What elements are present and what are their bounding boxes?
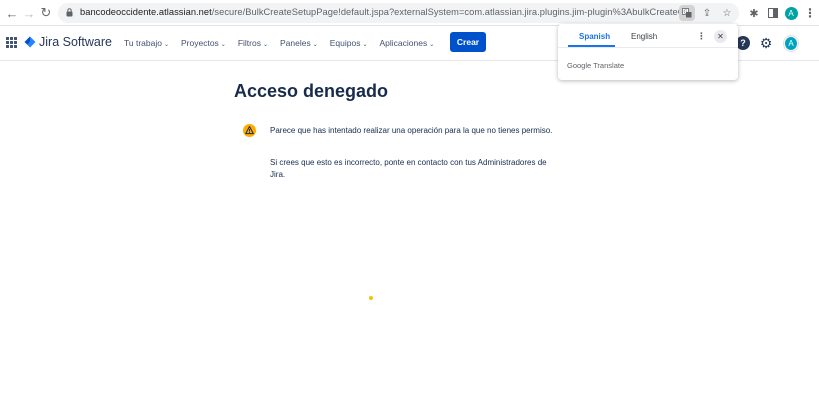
nav-paneles[interactable]: Paneles ⌄ [280, 38, 318, 48]
nav-label: Filtros [237, 38, 261, 48]
create-button[interactable]: Crear [450, 32, 486, 52]
chevron-down-icon: ⌄ [262, 42, 268, 48]
reload-icon[interactable]: ↻ [37, 4, 55, 22]
nav-label: Equipos [329, 38, 361, 48]
browser-toolbar: ← → ↻ bancodeoccidente.atlassian.net/sec… [0, 0, 819, 26]
chevron-down-icon: ⌄ [163, 42, 169, 48]
chevron-down-icon: ⌄ [429, 42, 435, 48]
user-avatar: A [784, 35, 798, 51]
url-text: bancodeoccidente.atlassian.net/secure/Bu… [80, 7, 694, 17]
url-host: bancodeoccidente.atlassian.net [80, 7, 212, 17]
nav-equipos[interactable]: Equipos ⌄ [330, 38, 368, 48]
profile-avatar: A [784, 6, 798, 20]
nav-label: Tu trabajo [124, 38, 162, 48]
main-nav: Tu trabajo ⌄ Proyectos ⌄ Filtros ⌄ Paneles ⌄… [124, 38, 446, 48]
permission-message: Parece que has intentado realizar una op… [270, 126, 553, 135]
product-name: Jira Software [39, 35, 112, 49]
settings-gear-icon[interactable]: ⚙ [759, 35, 773, 51]
nav-filtros[interactable]: Filtros ⌄ [238, 38, 268, 48]
user-avatar-button[interactable]: A [784, 35, 798, 51]
app-switcher-icon[interactable] [6, 37, 17, 48]
loading-indicator [369, 296, 373, 300]
browser-menu-icon[interactable]: ⋮ [802, 5, 818, 21]
nav-label: Aplicaciones [379, 38, 428, 48]
help-icon[interactable]: ? [736, 36, 750, 50]
lock-icon [66, 8, 73, 17]
nav-proyectos[interactable]: Proyectos ⌄ [181, 38, 226, 48]
divider [558, 47, 738, 48]
jira-logo[interactable]: Jira Software [24, 35, 112, 49]
nav-label: Proyectos [181, 38, 219, 48]
translate-brand: Google Translate [567, 61, 625, 70]
jira-logo-icon [24, 36, 36, 48]
tab-english[interactable]: English [631, 32, 657, 41]
warning-icon [243, 124, 256, 137]
chevron-down-icon: ⌄ [362, 42, 368, 48]
chevron-down-icon: ⌄ [220, 42, 226, 48]
translate-popup: Spanish English ⋮ ✕ Google Translate [558, 24, 738, 80]
close-icon[interactable]: ✕ [714, 30, 727, 43]
extensions-icon[interactable]: ✱ [746, 5, 762, 21]
chevron-down-icon: ⌄ [312, 42, 318, 48]
side-panel-icon[interactable] [765, 5, 781, 21]
more-options-icon[interactable]: ⋮ [697, 31, 706, 42]
translate-icon[interactable]: G [679, 5, 695, 21]
nav-tu-trabajo[interactable]: Tu trabajo ⌄ [124, 38, 169, 48]
profile-button[interactable]: A [783, 5, 799, 21]
nav-aplicaciones[interactable]: Aplicaciones ⌄ [380, 38, 435, 48]
bookmark-star-icon[interactable]: ☆ [719, 5, 735, 21]
forward-icon[interactable]: → [20, 4, 38, 22]
page-title: Acceso denegado [234, 81, 389, 101]
share-icon[interactable]: ⇪ [699, 5, 715, 21]
back-icon[interactable]: ← [3, 4, 21, 22]
tab-spanish[interactable]: Spanish [579, 32, 610, 41]
address-bar[interactable]: bancodeoccidente.atlassian.net/secure/Bu… [58, 3, 739, 23]
nav-label: Paneles [280, 38, 311, 48]
url-path: /secure/BulkCreateSetupPage!default.jspa… [211, 7, 694, 17]
contact-admin-message: Si crees que esto es incorrecto, ponte e… [270, 158, 547, 179]
